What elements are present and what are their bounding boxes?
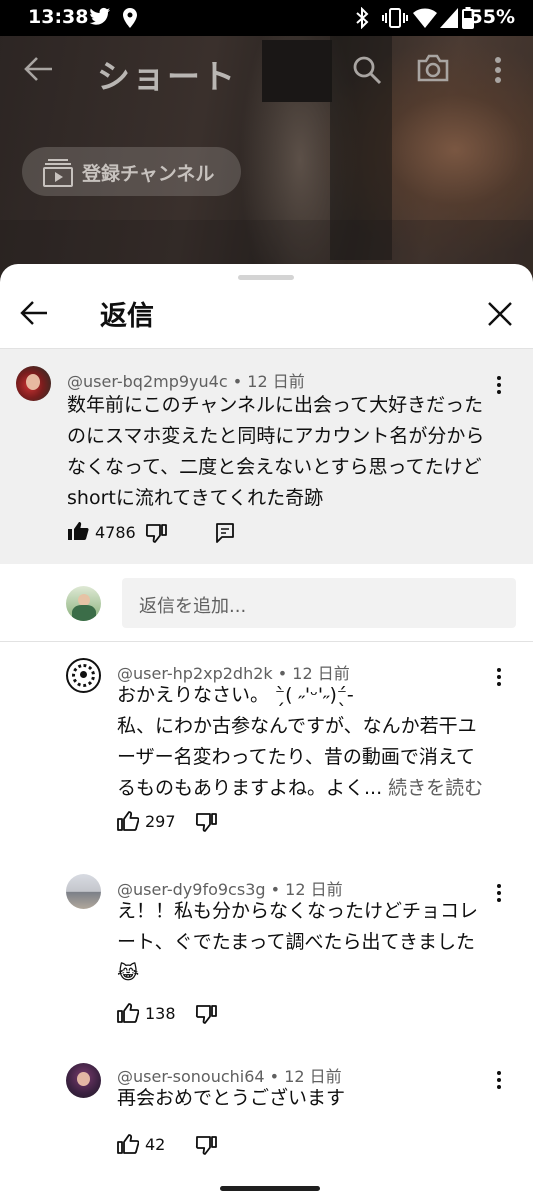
- reply-icon[interactable]: [216, 523, 234, 543]
- comment-line: shortに流れてきてくれた奇跡: [67, 487, 324, 509]
- sheet-title: 返信: [100, 301, 154, 332]
- more-vert-icon[interactable]: [494, 56, 502, 84]
- reply-comment: @user-hp2xp2dh2k • 12 日前 おかえりなさい。 ⁻̗̀( ˶…: [0, 658, 533, 854]
- replies-sheet: 返信 @user-bq2mp9yu4c • 12 日前 数年前にこのチャンネルに…: [0, 264, 533, 1200]
- comment-line: なくなって、二度と会えないとすら思ってたけど: [67, 456, 482, 478]
- sheet-header: 返信: [0, 284, 533, 348]
- status-time: 13:38: [28, 6, 89, 28]
- like-count: 138: [145, 1004, 176, 1023]
- add-reply-input[interactable]: 返信を追加...: [122, 578, 516, 628]
- back-arrow-icon[interactable]: [20, 300, 48, 326]
- comment-line: るものもありますよね。よく...: [117, 777, 383, 799]
- wifi-icon: [413, 8, 437, 28]
- dislike-icon[interactable]: [145, 523, 167, 543]
- comment-author[interactable]: @user-bq2mp9yu4c • 12 日前: [67, 368, 305, 392]
- reply-comment: @user-dy9fo9cs3g • 12 日前 え！！私も分からなくなったけど…: [0, 874, 533, 1044]
- avatar: [66, 586, 101, 621]
- like-filled-icon[interactable]: [67, 521, 89, 541]
- location-icon: [123, 8, 137, 28]
- comment-line: 数年前にこのチャンネルに出会って大好きだった: [67, 394, 484, 416]
- bluetooth-icon: [356, 7, 369, 29]
- avatar[interactable]: [66, 658, 101, 693]
- like-icon[interactable]: [117, 811, 139, 831]
- comment-line: ート、ぐでたまって調べたら出てきました: [117, 931, 475, 953]
- subscriptions-icon: [43, 159, 73, 187]
- close-icon[interactable]: [487, 301, 513, 327]
- search-icon[interactable]: [352, 55, 382, 85]
- back-arrow-icon[interactable]: [24, 56, 54, 82]
- dislike-icon[interactable]: [195, 1004, 217, 1024]
- add-reply-placeholder: 返信を追加...: [139, 596, 247, 617]
- shorts-top-bar: ショート: [0, 36, 533, 104]
- dislike-icon[interactable]: [195, 1135, 217, 1155]
- page-title: ショート: [97, 57, 237, 96]
- add-reply-row: 返信を追加...: [0, 564, 533, 642]
- comment-text: 数年前にこのチャンネルに出会って大好きだった のにスマホ変えたと同時にアカウント…: [67, 390, 507, 514]
- signal-icon: [440, 8, 458, 28]
- comment-line: 😹: [117, 962, 140, 984]
- comment-line: 私、にわか古参なんですが、なんか若干ユ: [117, 715, 477, 737]
- drag-handle[interactable]: [238, 275, 294, 280]
- comment-text: 再会おめでとうございます: [117, 1083, 507, 1114]
- home-gesture-handle[interactable]: [220, 1186, 320, 1191]
- comment-line: のにスマホ変えたと同時にアカウント名が分から: [67, 425, 485, 447]
- reply-comment: @user-sonouchi64 • 12 日前 再会おめでとうございます 42: [0, 1061, 533, 1171]
- comment-line: え！！私も分からなくなったけどチョコレ: [117, 900, 479, 922]
- like-count: 42: [145, 1135, 166, 1154]
- comment-line: 再会おめでとうございます: [117, 1087, 346, 1109]
- vibrate-icon: [382, 8, 408, 28]
- battery-percent: 55%: [469, 6, 515, 28]
- comment-line: おかえりなさい。 ⁻̗̀( ˶'ᵕ'˶)⁻̖́-: [117, 684, 354, 706]
- subscriptions-button[interactable]: 登録チャンネル: [22, 147, 241, 196]
- like-count: 4786: [95, 523, 136, 542]
- comment-text: え！！私も分からなくなったけどチョコレ ート、ぐでたまって調べたら出てきました …: [117, 896, 507, 989]
- status-bar: 13:38 55%: [0, 0, 533, 36]
- like-count: 297: [145, 812, 176, 831]
- avatar[interactable]: [16, 366, 51, 401]
- twitter-icon: [89, 7, 111, 25]
- comment-text: おかえりなさい。 ⁻̗̀( ˶'ᵕ'˶)⁻̖́- 私、にわか古参なんですが、なん…: [117, 680, 507, 804]
- like-icon[interactable]: [117, 1003, 139, 1023]
- like-icon[interactable]: [117, 1134, 139, 1154]
- avatar[interactable]: [66, 1063, 101, 1098]
- dislike-icon[interactable]: [195, 812, 217, 832]
- parent-comment: @user-bq2mp9yu4c • 12 日前 数年前にこのチャンネルに出会っ…: [0, 348, 533, 564]
- camera-icon[interactable]: [416, 53, 450, 83]
- comment-line: ーザー名変わってたり、昔の動画で消えて: [117, 746, 475, 768]
- subscriptions-label: 登録チャンネル: [82, 163, 215, 185]
- avatar[interactable]: [66, 874, 101, 909]
- system-nav-bar: [0, 1173, 533, 1200]
- read-more-link[interactable]: 続きを読む: [382, 777, 483, 799]
